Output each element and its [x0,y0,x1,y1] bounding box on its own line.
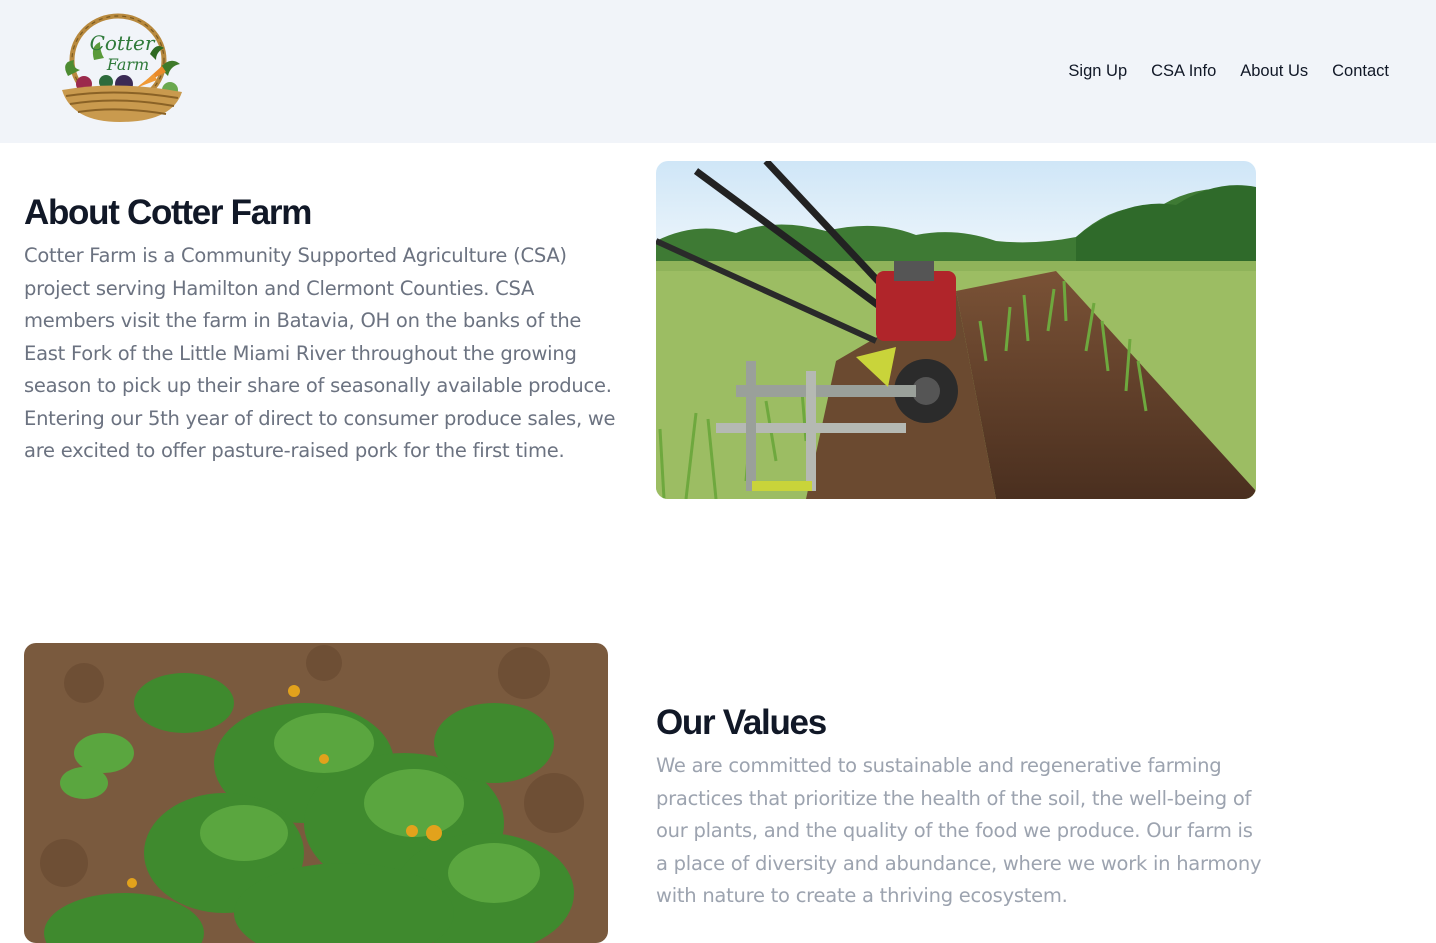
svg-text:Cotter: Cotter [90,31,156,55]
nav-contact[interactable]: Contact [1332,60,1389,82]
about-body: Cotter Farm is a Community Supported Agr… [24,244,616,462]
values-title: Our Values [656,703,827,742]
site-header: Cotter Farm Sign Up CSA Info About Us Co… [0,0,1436,143]
main-nav: Sign Up CSA Info About Us Contact [1068,60,1389,82]
tractor-in-garlic-field-photo [656,161,1256,499]
nav-sign-up[interactable]: Sign Up [1068,60,1127,82]
zucchini-plants-photo [24,643,608,943]
basket-logo-icon: Cotter Farm [62,13,182,122]
svg-text:Farm: Farm [106,55,149,74]
cotter-farm-logo[interactable]: Cotter Farm [50,10,190,128]
nav-about-us[interactable]: About Us [1240,60,1308,82]
nav-csa-info[interactable]: CSA Info [1151,60,1216,82]
values-body: We are committed to sustainable and rege… [656,754,1262,907]
about-title: About Cotter Farm [24,193,312,232]
